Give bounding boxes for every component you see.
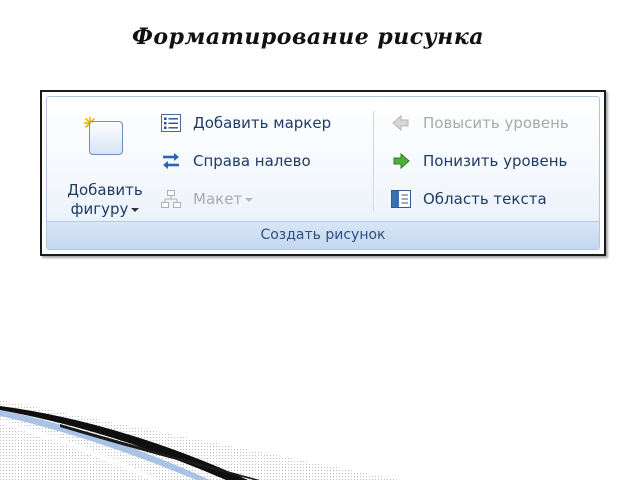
add-shape-label: Добавить фигуру bbox=[57, 181, 153, 219]
group-separator bbox=[373, 111, 375, 211]
add-shape-button[interactable]: Добавить фигуру bbox=[57, 107, 153, 219]
promote-label: Повысить уровень bbox=[423, 114, 569, 132]
text-pane-icon bbox=[391, 190, 411, 208]
slide-title: Форматирование рисунка bbox=[132, 24, 484, 50]
layout-dropdown-chevron-icon bbox=[245, 197, 254, 202]
right-to-left-label: Справа налево bbox=[193, 152, 311, 170]
layout-label: Макет bbox=[193, 190, 243, 208]
arrow-left-icon bbox=[392, 114, 409, 132]
add-bullet-label: Добавить маркер bbox=[193, 114, 332, 132]
chevron-down-icon[interactable] bbox=[131, 207, 140, 212]
demote-label: Понизить уровень bbox=[423, 152, 568, 170]
add-shape-label-line1: Добавить bbox=[67, 181, 143, 199]
shape-square-icon bbox=[89, 121, 123, 155]
decorative-stripes bbox=[0, 400, 400, 480]
bullet-list-icon bbox=[161, 114, 181, 132]
swap-arrows-icon bbox=[163, 153, 179, 169]
text-pane-label: Область текста bbox=[423, 190, 547, 208]
arrow-right-icon bbox=[393, 152, 410, 170]
org-chart-icon bbox=[161, 190, 181, 208]
add-shape-label-line2: фигуру bbox=[70, 200, 129, 218]
ribbon-screenshot: Добавить фигуру Добавить маркер Справа н… bbox=[40, 90, 606, 256]
ribbon-group-create-graphic: Добавить фигуру Добавить маркер Справа н… bbox=[46, 96, 600, 250]
group-caption: Создать рисунок bbox=[47, 221, 599, 249]
